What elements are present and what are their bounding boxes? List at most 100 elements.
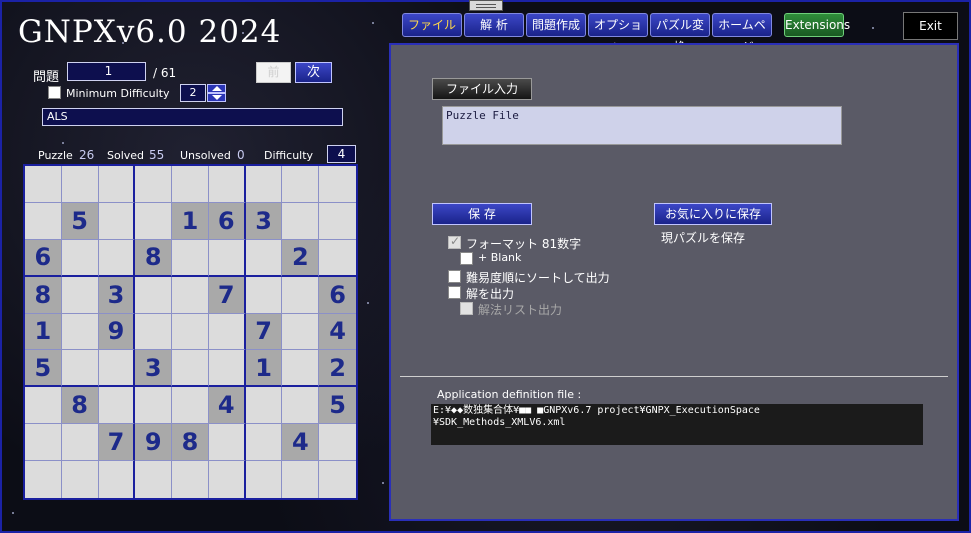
sudoku-cell[interactable]: 6 <box>25 239 62 277</box>
sudoku-cell[interactable] <box>282 276 320 314</box>
sudoku-cell[interactable]: 8 <box>25 276 62 314</box>
sudoku-cell[interactable]: 9 <box>135 424 173 462</box>
sudoku-cell[interactable] <box>98 239 136 277</box>
sudoku-cell[interactable] <box>172 387 209 425</box>
spin-down-icon[interactable] <box>207 93 226 102</box>
method-list-checkbox[interactable] <box>460 302 473 315</box>
sudoku-cell[interactable] <box>319 461 356 498</box>
output-solution-checkbox[interactable] <box>448 286 461 299</box>
sudoku-cell[interactable] <box>208 313 246 351</box>
tab-options[interactable]: オプション <box>588 13 648 54</box>
sudoku-cell[interactable] <box>135 461 173 498</box>
tab-file[interactable]: ファイル <box>402 13 462 37</box>
sudoku-cell[interactable]: 7 <box>98 424 136 462</box>
sudoku-cell[interactable]: 3 <box>135 350 173 388</box>
sudoku-cell[interactable]: 2 <box>319 350 356 388</box>
sudoku-cell[interactable] <box>172 313 209 351</box>
sudoku-cell[interactable] <box>208 239 246 277</box>
sudoku-cell[interactable] <box>245 276 283 314</box>
sudoku-cell[interactable] <box>135 166 173 203</box>
min-difficulty-value[interactable]: 2 <box>180 84 206 102</box>
sudoku-cell[interactable]: 1 <box>245 350 283 388</box>
sudoku-cell[interactable] <box>282 202 320 240</box>
spin-up-icon[interactable] <box>207 84 226 93</box>
sudoku-cell[interactable]: 1 <box>25 313 62 351</box>
sudoku-cell[interactable]: 4 <box>282 424 320 462</box>
sudoku-cell[interactable] <box>245 166 283 203</box>
tab-homepage[interactable]: ホームページ <box>712 13 772 54</box>
sudoku-cell[interactable] <box>25 461 62 498</box>
sudoku-cell[interactable] <box>135 313 173 351</box>
sudoku-cell[interactable]: 3 <box>98 276 136 314</box>
sudoku-cell[interactable] <box>172 461 209 498</box>
sudoku-cell[interactable] <box>98 166 136 203</box>
sudoku-cell[interactable] <box>172 166 209 203</box>
sudoku-cell[interactable]: 2 <box>282 239 320 277</box>
tab-puzzle-transform[interactable]: パズル変換 <box>650 13 710 54</box>
sudoku-cell[interactable] <box>282 387 320 425</box>
sudoku-cell[interactable] <box>245 239 283 277</box>
sudoku-cell[interactable] <box>61 350 99 388</box>
sudoku-cell[interactable] <box>98 350 136 388</box>
next-problem-button[interactable]: 次 <box>295 62 332 83</box>
sudoku-cell[interactable] <box>25 424 62 462</box>
sudoku-cell[interactable] <box>25 202 62 240</box>
min-difficulty-checkbox[interactable] <box>48 86 61 99</box>
sudoku-cell[interactable] <box>319 240 356 277</box>
format81-checkbox[interactable] <box>448 234 461 249</box>
sudoku-cell[interactable] <box>61 276 99 314</box>
sudoku-cell[interactable] <box>61 424 99 462</box>
sudoku-cell[interactable] <box>135 202 173 240</box>
sudoku-cell[interactable]: 9 <box>98 313 136 351</box>
exit-button[interactable]: Exit <box>903 12 958 40</box>
problem-number-input[interactable]: 1 <box>67 62 146 81</box>
prev-problem-button[interactable]: 前 <box>256 62 291 83</box>
sudoku-cell[interactable] <box>282 461 320 498</box>
save-favorite-button[interactable]: お気に入りに保存 <box>654 203 772 225</box>
sudoku-cell[interactable] <box>172 276 209 314</box>
sudoku-cell[interactable] <box>208 350 246 388</box>
sudoku-cell[interactable] <box>61 239 99 277</box>
sudoku-cell[interactable] <box>61 313 99 351</box>
extensions-button[interactable]: Extensions <box>784 13 850 37</box>
sudoku-cell[interactable] <box>208 166 246 203</box>
sudoku-cell[interactable]: 4 <box>319 313 356 351</box>
sudoku-cell[interactable] <box>282 313 320 351</box>
sudoku-cell[interactable] <box>245 387 283 425</box>
sudoku-cell[interactable] <box>209 461 246 498</box>
file-input-button[interactable]: ファイル入力 <box>432 78 532 100</box>
sudoku-cell[interactable]: 5 <box>319 387 356 425</box>
sudoku-cell[interactable] <box>25 387 62 425</box>
tab-analysis[interactable]: 解 析 <box>464 13 524 37</box>
window-grip-handle[interactable] <box>469 0 503 11</box>
sudoku-cell[interactable]: 6 <box>319 276 356 314</box>
sudoku-cell[interactable] <box>319 166 356 203</box>
sudoku-cell[interactable] <box>98 202 136 240</box>
sudoku-cell[interactable] <box>246 461 283 498</box>
sudoku-cell[interactable]: 7 <box>208 276 246 314</box>
sudoku-cell[interactable] <box>25 166 62 203</box>
sudoku-cell[interactable] <box>282 166 320 203</box>
sudoku-cell[interactable]: 8 <box>61 387 99 425</box>
sudoku-cell[interactable] <box>135 387 173 425</box>
sudoku-cell[interactable] <box>319 203 356 240</box>
sudoku-cell[interactable] <box>172 239 209 277</box>
sudoku-cell[interactable]: 5 <box>61 202 99 240</box>
sudoku-cell[interactable] <box>98 387 136 425</box>
sudoku-cell[interactable] <box>245 424 283 462</box>
sudoku-cell[interactable] <box>172 350 209 388</box>
sudoku-cell[interactable]: 8 <box>172 424 209 462</box>
sudoku-cell[interactable] <box>319 424 356 462</box>
sudoku-cell[interactable]: 1 <box>172 202 209 240</box>
sudoku-cell[interactable]: 4 <box>208 387 246 425</box>
sudoku-cell[interactable]: 7 <box>245 313 283 351</box>
sudoku-cell[interactable]: 3 <box>245 202 283 240</box>
sudoku-cell[interactable]: 5 <box>25 350 62 388</box>
sudoku-cell[interactable] <box>62 461 99 498</box>
sudoku-cell[interactable] <box>208 424 246 462</box>
sudoku-board[interactable]: 51636828376197453128457984 <box>23 164 358 500</box>
sudoku-cell[interactable] <box>135 276 173 314</box>
sort-difficulty-checkbox[interactable] <box>448 270 461 283</box>
sudoku-cell[interactable] <box>61 166 99 203</box>
blank-checkbox[interactable] <box>460 252 473 265</box>
